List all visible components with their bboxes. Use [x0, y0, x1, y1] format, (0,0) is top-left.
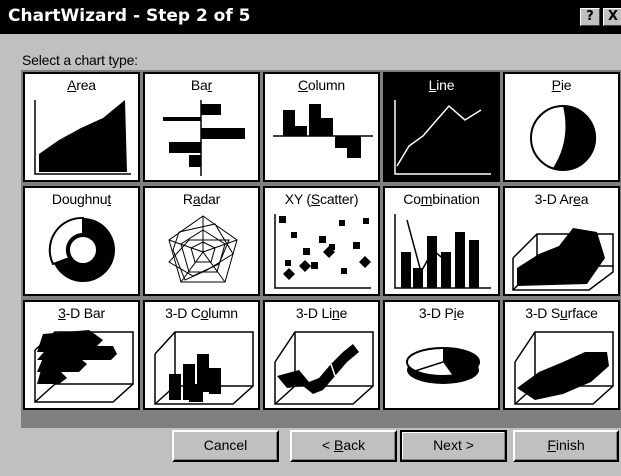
chart-type-3-d-column[interactable]: 3-D Column [143, 300, 260, 410]
chart-type-label: 3-D Line [295, 305, 348, 321]
chart-type-3-d-area[interactable]: 3-D Area [503, 186, 620, 296]
3d-column-chart-icon [154, 331, 254, 405]
chart-type-doughnut[interactable]: Doughnut [23, 186, 140, 296]
chart-type-label: Pie [551, 77, 572, 93]
chartwizard-dialog: ChartWizard - Step 2 of 5 ? X Select a c… [0, 0, 621, 476]
chart-type-label: 3-D Surface [525, 305, 598, 321]
chart-type-combination[interactable]: Combination [383, 186, 500, 296]
back-button[interactable]: < Back [290, 430, 397, 462]
chart-type-label: Radar [182, 191, 221, 207]
doughnut-chart-icon [48, 216, 115, 282]
chart-type-3-d-pie[interactable]: 3-D Pie [383, 300, 500, 410]
cancel-button-label: Cancel [203, 437, 248, 453]
bar-chart-icon [163, 100, 245, 176]
close-button[interactable]: X [603, 8, 621, 26]
chart-type-prompt: Select a chart type: [22, 52, 138, 68]
finish-button[interactable]: Finish [513, 430, 619, 462]
chart-type-label: Column [297, 77, 346, 93]
chart-type-label: XY (Scatter) [284, 191, 359, 207]
column-chart-icon [273, 104, 373, 158]
chart-type-xy-scatter[interactable]: XY (Scatter) [263, 186, 380, 296]
chart-type-label: Combination [403, 191, 480, 207]
chart-type-label: Area [67, 77, 96, 93]
chart-type-3-d-surface[interactable]: 3-D Surface [503, 300, 620, 410]
chart-type-gallery: Area Bar Column Line Pie Doughnut Radar XY (Sca… [21, 70, 621, 428]
dialog-title: ChartWizard - Step 2 of 5 [8, 6, 251, 26]
cancel-button[interactable]: Cancel [172, 430, 279, 462]
3d-bar-chart-icon [34, 330, 134, 403]
chart-type-label: Doughnut [51, 191, 112, 207]
chart-type-label: 3-D Pie [418, 305, 465, 321]
chart-type-radar[interactable]: Radar [143, 186, 260, 296]
help-button[interactable]: ? [580, 8, 600, 26]
chart-type-label: Line [428, 77, 455, 93]
back-button-label: < Back [321, 437, 366, 453]
area-chart-icon [34, 100, 131, 175]
chart-type-line[interactable]: Line [383, 72, 500, 182]
chart-type-label: 3-D Area [534, 191, 589, 207]
combination-chart-icon [394, 214, 491, 289]
scatter-chart-icon [274, 214, 371, 289]
3d-surface-chart-icon [514, 331, 614, 405]
3d-line-chart-icon [274, 331, 374, 405]
chart-type-label: 3-D Bar [58, 305, 105, 321]
chart-type-pie[interactable]: Pie [503, 72, 620, 182]
pie-chart-icon [530, 105, 597, 171]
chart-type-3-d-line[interactable]: 3-D Line [263, 300, 380, 410]
chart-type-column[interactable]: Column [263, 72, 380, 182]
chart-type-bar[interactable]: Bar [143, 72, 260, 182]
chart-type-3-d-bar[interactable]: 3-D Bar [23, 300, 140, 410]
chart-type-label: Bar [190, 77, 213, 93]
radar-chart-icon [168, 215, 238, 283]
3d-pie-chart-icon [406, 347, 480, 384]
chart-type-area[interactable]: Area [23, 72, 140, 182]
next-button[interactable]: Next > [400, 430, 507, 462]
title-bar: ChartWizard - Step 2 of 5 ? X [0, 0, 621, 34]
next-button-label: Next > [433, 437, 474, 453]
3d-area-chart-icon [512, 228, 614, 291]
chart-type-label: 3-D Column [165, 305, 238, 321]
finish-button-label: Finish [547, 437, 585, 453]
line-chart-icon [394, 100, 491, 175]
